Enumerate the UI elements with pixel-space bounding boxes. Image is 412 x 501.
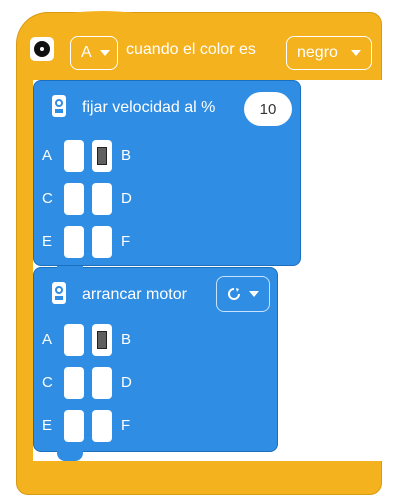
direction-dropdown[interactable] (216, 276, 270, 312)
port-c-toggle[interactable] (64, 183, 84, 215)
event-label: cuando el color es (126, 41, 256, 58)
block-notch (57, 266, 83, 276)
port-d-toggle[interactable] (92, 367, 112, 399)
port-dropdown-value: A (81, 44, 92, 61)
port-a-toggle[interactable] (64, 324, 84, 356)
port-c-label: C (42, 190, 53, 207)
chevron-down-icon (99, 50, 110, 56)
port-e-toggle[interactable] (64, 410, 84, 442)
port-a-label: A (42, 147, 53, 164)
port-c-toggle[interactable] (64, 367, 84, 399)
motor-icon (52, 282, 66, 304)
port-d-label: D (121, 374, 132, 391)
port-c-label: C (42, 374, 53, 391)
motor-icon (52, 95, 66, 117)
port-b-label: B (121, 331, 132, 348)
event-block-footer[interactable] (16, 461, 382, 495)
rotate-clockwise-icon (228, 288, 240, 300)
block-notch (57, 451, 83, 461)
start-motor-block[interactable]: arrancar motor A B C D E F (33, 267, 278, 452)
port-b-label: B (121, 147, 132, 164)
color-dropdown-value: negro (297, 44, 338, 61)
port-d-toggle[interactable] (92, 183, 112, 215)
set-speed-block[interactable]: fijar velocidad al % 10 A B C D E F (33, 80, 301, 266)
color-dropdown[interactable]: negro (286, 36, 372, 70)
port-f-toggle[interactable] (92, 226, 112, 258)
color-sensor-icon (30, 37, 54, 61)
port-f-label: F (121, 233, 131, 250)
port-a-label: A (42, 331, 53, 348)
port-b-toggle[interactable] (92, 324, 112, 356)
port-e-toggle[interactable] (64, 226, 84, 258)
set-speed-label: fijar velocidad al % (82, 99, 216, 116)
port-e-label: E (42, 417, 53, 434)
event-block-arm (16, 80, 33, 462)
port-d-label: D (121, 190, 132, 207)
start-motor-label: arrancar motor (82, 286, 187, 303)
port-f-label: F (121, 417, 131, 434)
port-dropdown[interactable]: A (70, 36, 118, 70)
chevron-down-icon (249, 291, 259, 297)
port-e-label: E (42, 233, 53, 250)
hat-cap (53, 11, 153, 31)
port-f-toggle[interactable] (92, 410, 112, 442)
port-a-toggle[interactable] (64, 140, 84, 172)
speed-value-input[interactable]: 10 (244, 92, 292, 126)
port-b-toggle[interactable] (92, 140, 112, 172)
chevron-down-icon (351, 50, 361, 56)
